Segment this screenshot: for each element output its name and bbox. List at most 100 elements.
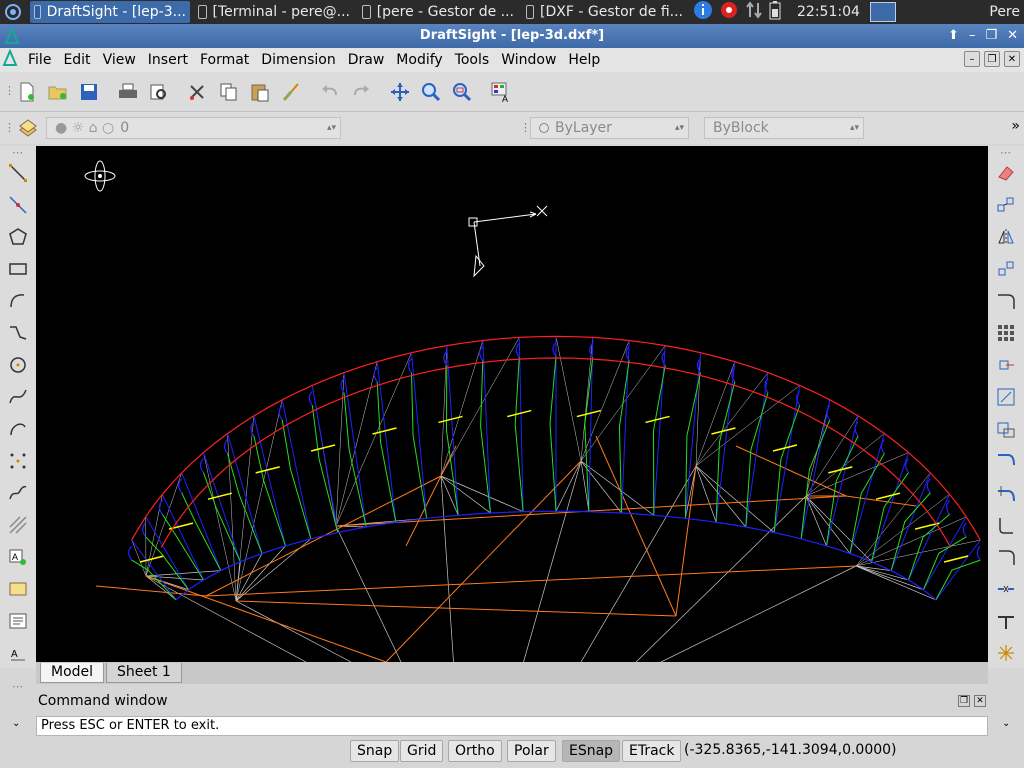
window-minimize-button[interactable]: –	[969, 24, 976, 48]
join-icon[interactable]	[995, 578, 1017, 600]
zoom-window-icon[interactable]	[449, 79, 475, 105]
circle-icon[interactable]	[7, 354, 29, 376]
cut-icon[interactable]	[185, 79, 211, 105]
menu-insert[interactable]: Insert	[142, 52, 194, 68]
copy-icon[interactable]	[216, 79, 242, 105]
menu-format[interactable]: Format	[194, 52, 255, 68]
rectangle-icon[interactable]	[7, 258, 29, 280]
move-icon[interactable]	[995, 354, 1017, 376]
infinite-line-icon[interactable]	[7, 194, 29, 216]
layer-manager-icon[interactable]: A	[488, 79, 514, 105]
etrack-toggle[interactable]: ETrack	[622, 740, 682, 762]
mirror-icon[interactable]	[995, 226, 1017, 248]
network-arrows-icon[interactable]	[745, 1, 763, 23]
break-icon[interactable]	[995, 610, 1017, 632]
menu-file[interactable]: File	[22, 52, 57, 68]
layer-palette-icon[interactable]	[18, 118, 38, 142]
insert-block-icon[interactable]: A	[7, 546, 29, 568]
point-icon[interactable]	[7, 450, 29, 472]
start-menu-icon[interactable]	[0, 0, 26, 24]
rotate-icon[interactable]	[995, 386, 1017, 408]
pan-icon[interactable]	[387, 79, 413, 105]
menu-view[interactable]: View	[97, 52, 142, 68]
new-file-icon[interactable]	[14, 79, 40, 105]
esnap-toggle[interactable]: ESnap	[562, 740, 621, 762]
note-text-icon[interactable]	[7, 610, 29, 632]
document-logo-icon[interactable]	[2, 48, 22, 71]
line-icon[interactable]	[7, 162, 29, 184]
polyline-icon[interactable]	[7, 322, 29, 344]
menu-tools[interactable]: Tools	[449, 52, 496, 68]
toolbar-grip[interactable]: ⋯	[12, 146, 23, 159]
polygon-icon[interactable]	[7, 226, 29, 248]
fillet-icon[interactable]	[995, 546, 1017, 568]
menu-help[interactable]: Help	[562, 52, 606, 68]
taskbar-task-draftsight[interactable]: DraftSight - [lep-3...	[30, 1, 190, 23]
chevron-down-icon[interactable]: ⌄	[12, 718, 20, 729]
chevron-down-icon[interactable]: ⌄	[1002, 718, 1010, 729]
taskbar-task-dxf-folder[interactable]: [DXF - Gestor de fi...	[522, 1, 687, 23]
tab-sheet-1[interactable]: Sheet 1	[106, 663, 182, 683]
freehand-curve-icon[interactable]	[7, 482, 29, 504]
chamfer-icon[interactable]	[995, 514, 1017, 536]
paraglider-drawing[interactable]	[36, 146, 988, 662]
save-icon[interactable]	[76, 79, 102, 105]
hatch-icon[interactable]	[7, 514, 29, 536]
update-gear-icon[interactable]	[719, 0, 739, 24]
zoom-icon[interactable]	[418, 79, 444, 105]
eraser-icon[interactable]	[995, 162, 1017, 184]
window-close-button[interactable]: ✕	[1007, 24, 1018, 48]
redo-icon[interactable]	[348, 79, 374, 105]
print-preview-icon[interactable]	[146, 79, 172, 105]
color-select[interactable]: ByLayer ▴▾	[530, 117, 689, 139]
menu-modify[interactable]: Modify	[390, 52, 448, 68]
arc-icon[interactable]	[7, 290, 29, 312]
match-properties-brush-icon[interactable]	[278, 79, 304, 105]
pattern-array-icon[interactable]	[995, 322, 1017, 344]
toolbar-grip[interactable]: ⋮	[4, 121, 15, 134]
snap-toggle[interactable]: Snap	[350, 740, 400, 762]
ellipse-arc-icon[interactable]	[7, 418, 29, 440]
explode-icon[interactable]	[995, 642, 1017, 664]
menu-dimension[interactable]: Dimension	[255, 52, 341, 68]
polar-toggle[interactable]: Polar	[507, 740, 556, 762]
doc-minimize-button[interactable]: –	[964, 51, 980, 67]
float-panel-button[interactable]: ❐	[958, 695, 970, 707]
offset-icon[interactable]	[995, 258, 1017, 280]
command-line[interactable]: Press ESC or ENTER to exit.	[36, 716, 988, 736]
clock[interactable]: 22:51:04	[797, 4, 860, 20]
info-icon[interactable]	[693, 0, 713, 24]
spline-icon[interactable]	[7, 386, 29, 408]
layer-select[interactable]: ● ☼ ⌂ ○ 0 ▴▾	[46, 117, 341, 139]
doc-close-button[interactable]: ✕	[1004, 51, 1020, 67]
window-up-arrow-icon[interactable]: ⬆	[948, 24, 959, 48]
battery-icon[interactable]	[769, 0, 781, 24]
user-name[interactable]: Pere	[989, 4, 1020, 20]
toolbar-grip[interactable]: ⋯	[1000, 146, 1011, 159]
panel-grip[interactable]: ⋯	[12, 680, 23, 693]
ortho-toggle[interactable]: Ortho	[448, 740, 502, 762]
open-file-icon[interactable]	[45, 79, 71, 105]
extend-icon[interactable]	[995, 482, 1017, 504]
taskbar-task-terminal[interactable]: [Terminal - pere@...	[194, 1, 354, 23]
trim-icon[interactable]	[995, 450, 1017, 472]
print-icon[interactable]	[115, 79, 141, 105]
undo-icon[interactable]	[317, 79, 343, 105]
taskbar-task-file-manager[interactable]: [pere - Gestor de ...	[358, 1, 518, 23]
tab-model[interactable]: Model	[40, 663, 105, 683]
grid-toggle[interactable]: Grid	[400, 740, 444, 762]
scale-icon[interactable]	[995, 418, 1017, 440]
toolbar-overflow-icon[interactable]: »	[1011, 118, 1020, 134]
menu-edit[interactable]: Edit	[57, 52, 96, 68]
table-icon[interactable]	[7, 578, 29, 600]
drawing-canvas[interactable]	[36, 146, 988, 662]
toolbar-grip[interactable]: ⋮	[4, 84, 15, 97]
draftsight-tray-icon[interactable]	[869, 2, 896, 22]
simple-note-icon[interactable]: A	[7, 642, 29, 664]
fillet-curve-icon[interactable]	[995, 290, 1017, 312]
menu-window[interactable]: Window	[495, 52, 562, 68]
paste-icon[interactable]	[247, 79, 273, 105]
doc-restore-button[interactable]: ❐	[984, 51, 1000, 67]
copy-entity-icon[interactable]	[995, 194, 1017, 216]
menu-draw[interactable]: Draw	[342, 52, 391, 68]
